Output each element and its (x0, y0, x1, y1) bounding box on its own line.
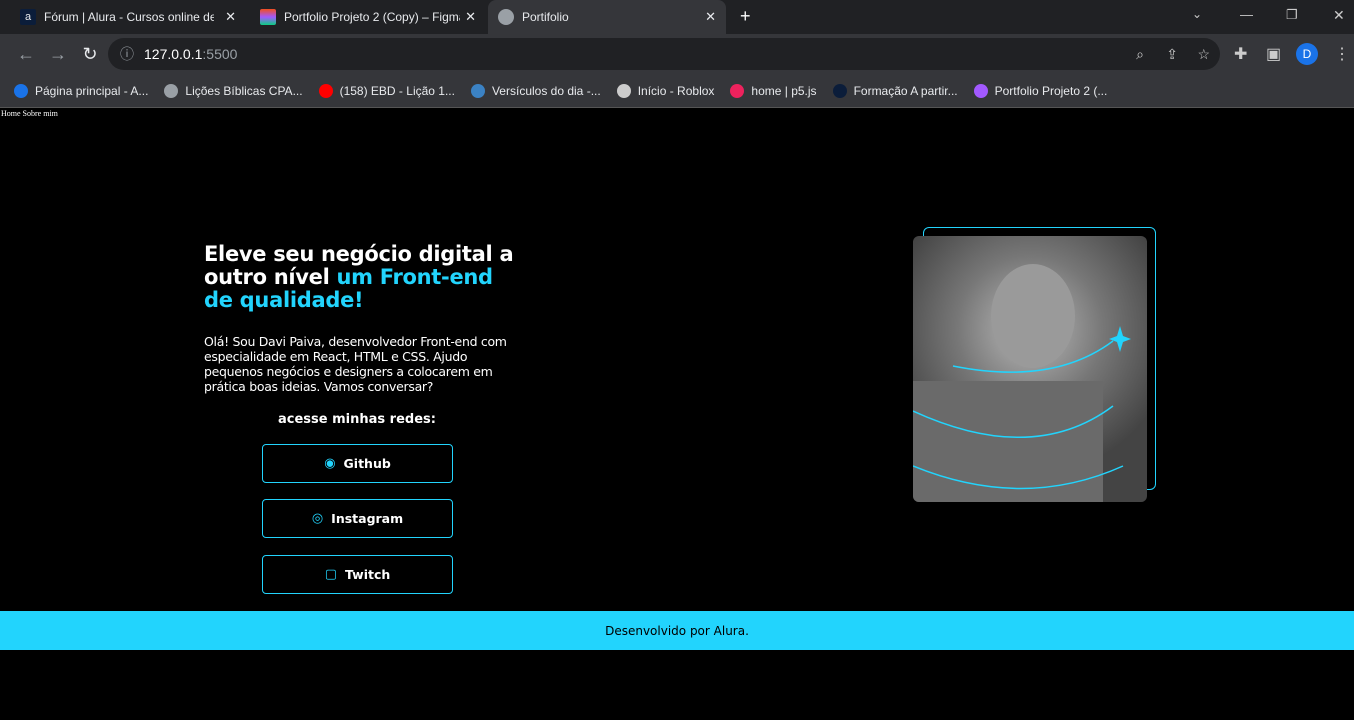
github-icon: ◉ (324, 456, 336, 471)
side-panel-icon[interactable]: ▣ (1266, 44, 1281, 64)
forward-icon[interactable]: → (42, 44, 74, 65)
menu-icon[interactable]: ⋮ (1334, 44, 1350, 64)
close-icon[interactable]: ✕ (705, 9, 716, 25)
alura-icon: a (20, 9, 36, 25)
bookmark-label: Versículos do dia -... (491, 83, 601, 98)
extensions-icon[interactable]: ✚ (1234, 44, 1247, 64)
tab-title: Portifolio (522, 10, 569, 24)
button-label: Instagram (331, 511, 404, 526)
bookmark-item[interactable]: Versículos do dia -... (470, 83, 601, 98)
photo-decorations (913, 264, 1131, 502)
github-button[interactable]: ◉ Github (262, 444, 453, 483)
new-tab-button[interactable]: + (740, 6, 751, 27)
globe-icon (498, 9, 514, 25)
laptop-shape (913, 381, 1103, 502)
bookmark-item[interactable]: (158) EBD - Lição 1... (318, 83, 455, 98)
url-host: 127.0.0.1 (144, 46, 203, 62)
tab-portifolio[interactable]: Portifolio ✕ (488, 0, 726, 34)
sparkle-icon (1109, 326, 1131, 352)
figma-icon (260, 9, 276, 25)
twitch-icon: ▢ (324, 567, 337, 582)
bookmark-favicon-icon (832, 83, 847, 98)
bookmark-item[interactable]: Início - Roblox (616, 83, 715, 98)
bookmark-item[interactable]: home | p5.js (730, 83, 817, 98)
bookmarks-bar: Página principal - A... Lições Bíblicas C… (0, 74, 1354, 108)
bookmark-label: Página principal - A... (35, 83, 149, 98)
tab-bar: a Fórum | Alura - Cursos online de t ✕ P… (0, 0, 1354, 34)
tab-alura[interactable]: a Fórum | Alura - Cursos online de t ✕ (10, 0, 246, 34)
bookmark-star-icon[interactable]: ☆ (1197, 46, 1210, 63)
bookmark-label: home | p5.js (751, 83, 817, 98)
close-icon[interactable]: ✕ (465, 9, 476, 25)
bookmark-label: Lições Bíblicas CPA... (185, 83, 303, 98)
footer: Desenvolvido por Alura. (0, 611, 1354, 650)
tab-title: Portfolio Projeto 2 (Copy) – Figma (284, 10, 460, 24)
footer-text: Desenvolvido por Alura. (605, 623, 749, 638)
back-icon[interactable]: ← (10, 44, 42, 65)
bookmark-label: (158) EBD - Lição 1... (339, 83, 455, 98)
bookmark-item[interactable]: Formação A partir... (832, 83, 958, 98)
bookmark-label: Formação A partir... (853, 83, 958, 98)
tab-title: Fórum | Alura - Cursos online de t (44, 10, 214, 24)
hero-title: Eleve seu negócio digital a outro nível … (204, 243, 524, 312)
bookmark-favicon-icon (164, 83, 179, 98)
url-port: :5500 (202, 46, 238, 62)
top-nav[interactable]: Home Sobre mim (1, 109, 58, 118)
bookmark-label: Portfolio Projeto 2 (... (994, 83, 1108, 98)
tab-figma[interactable]: Portfolio Projeto 2 (Copy) – Figma ✕ (250, 0, 486, 34)
bookmark-favicon-icon (616, 83, 631, 98)
reload-icon[interactable]: ↻ (74, 44, 106, 65)
bookmark-label: Início - Roblox (637, 83, 715, 98)
social-heading: acesse minhas redes: (278, 412, 436, 427)
close-icon[interactable]: ✕ (225, 9, 236, 25)
share-icon[interactable]: ⇪ (1166, 46, 1178, 63)
zoom-icon[interactable]: ⌕ (1136, 46, 1144, 63)
bookmark-favicon-icon (318, 83, 333, 98)
bookmark-item[interactable]: Página principal - A... (14, 83, 149, 98)
restore-icon[interactable]: ❐ (1286, 7, 1298, 23)
instagram-button[interactable]: ◎ Instagram (262, 499, 453, 538)
twitch-button[interactable]: ▢ Twitch (262, 555, 453, 594)
bookmark-favicon-icon (470, 83, 485, 98)
hero-intro: Olá! Sou Davi Paiva, desenvolvedor Front… (204, 334, 507, 394)
avatar[interactable]: D (1296, 43, 1318, 65)
instagram-icon: ◎ (311, 511, 324, 526)
bookmark-favicon-icon (973, 83, 988, 98)
close-window-icon[interactable]: ✕ (1333, 7, 1345, 24)
person-shape (991, 264, 1075, 368)
bookmark-item[interactable]: Lições Bíblicas CPA... (164, 83, 303, 98)
bookmark-item[interactable]: Portfolio Projeto 2 (... (973, 83, 1108, 98)
bookmark-favicon-icon (730, 83, 745, 98)
browser-toolbar: ← → ↻ ⓘ 127.0.0.1:5500 ⌕ ⇪ ☆ ✚ ▣ D ⋮ (0, 34, 1354, 74)
minimize-icon[interactable]: — (1240, 7, 1253, 22)
tab-search-icon[interactable]: ⌄ (1192, 7, 1202, 21)
profile-photo (913, 236, 1147, 502)
info-icon: ⓘ (120, 46, 134, 62)
button-label: Twitch (345, 567, 391, 582)
bookmark-favicon-icon (14, 83, 28, 98)
address-bar[interactable]: ⓘ 127.0.0.1:5500 ⌕ ⇪ ☆ (108, 38, 1220, 70)
button-label: Github (343, 456, 391, 471)
